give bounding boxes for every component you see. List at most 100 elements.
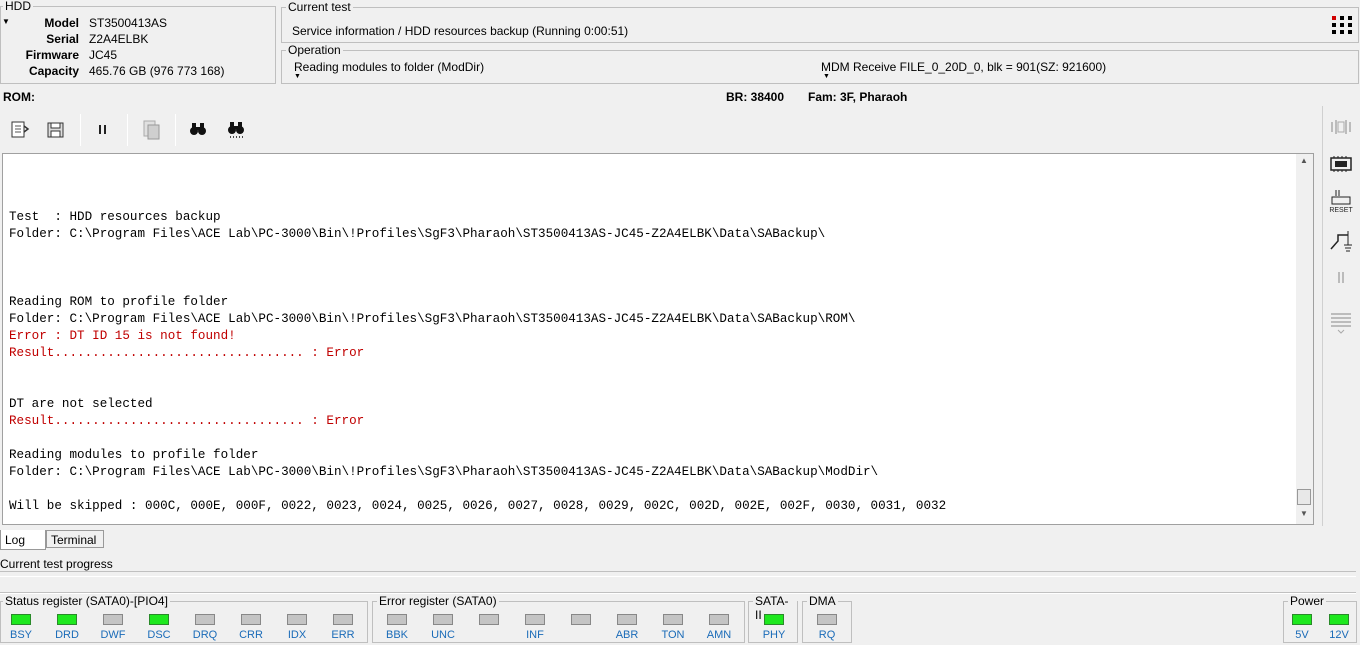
scroll-down-icon[interactable]: ▼ — [1300, 509, 1308, 518]
led-label: DWF — [100, 629, 126, 641]
hdd-title: HDD — [3, 0, 33, 13]
tab-log-label: Log — [5, 533, 26, 547]
find-next-button[interactable] — [222, 115, 250, 143]
hdd-model-label: Model — [44, 16, 79, 30]
status-register-title: Status register (SATA0)-[PIO4] — [3, 594, 170, 608]
svg-text:RESET: RESET — [1329, 207, 1353, 214]
led-indicator — [433, 614, 453, 625]
led-label: BSY — [9, 629, 32, 641]
led-indicator — [1292, 614, 1312, 625]
led-indicator — [387, 614, 407, 625]
list-button[interactable] — [1327, 308, 1355, 336]
save-button[interactable] — [42, 115, 70, 143]
sata-phy-led — [764, 614, 784, 625]
binoculars-next-icon — [228, 122, 244, 138]
hdd-capacity-value: 465.76 GB (976 773 168) — [89, 64, 225, 78]
pause-side-button[interactable] — [1327, 264, 1355, 292]
led-label: DRD — [55, 629, 79, 641]
scroll-up-icon[interactable]: ▲ — [1300, 156, 1308, 165]
divider — [0, 592, 1356, 594]
list-icon — [1331, 313, 1351, 334]
chevron-down-icon[interactable]: ▼ — [823, 73, 830, 80]
log-line: Error : DT ID 15 is not found! — [9, 329, 236, 343]
hdd-capacity-label: Capacity — [28, 64, 79, 78]
operation-panel: Operation Reading modules to folder (Mod… — [281, 43, 1359, 84]
br-label: BR: 38400 — [726, 90, 785, 104]
led-indicator — [57, 614, 77, 625]
error-register-panel: Error register (SATA0) BBK UNC INF ABR TON AM… — [372, 594, 745, 643]
dma-rq-led — [817, 614, 837, 625]
controller-button[interactable] — [1327, 150, 1355, 178]
chevron-down-icon[interactable]: ▼ — [294, 73, 301, 80]
log-line: DT are not selected — [9, 397, 153, 411]
log-scrollbar[interactable]: ▲ ▼ — [1296, 154, 1313, 524]
log-output[interactable]: Test : HDD resources backup Folder: C:\Pr… — [2, 153, 1314, 525]
scroll-thumb[interactable] — [1297, 489, 1311, 505]
led-indicator — [571, 614, 591, 625]
log-line: Folder: C:\Program Files\ACE Lab\PC-3000… — [9, 227, 826, 241]
dma-panel: DMA RQ — [802, 594, 852, 643]
head-switch-icon — [1331, 120, 1351, 134]
log-line: Test : HDD resources backup — [9, 210, 221, 224]
progress-bar — [0, 571, 1356, 577]
status-register-panel: Status register (SATA0)-[PIO4] BSY DRD DWF… — [0, 594, 368, 643]
toolbar-separator — [80, 114, 81, 146]
fam-label: Fam: 3F, Pharaoh — [808, 90, 908, 104]
hdd-panel: HDD ▼ Model ST3500413AS Serial Z2A4ELBK … — [0, 0, 276, 84]
save-icon — [47, 122, 64, 138]
pause-icon — [99, 125, 106, 134]
led-indicator — [287, 614, 307, 625]
led-label: DSC — [147, 629, 171, 641]
power-switch-button[interactable] — [1327, 226, 1355, 254]
led-indicator — [1329, 614, 1349, 625]
led-indicator — [241, 614, 261, 625]
led-indicator — [103, 614, 123, 625]
led-label: UNC — [431, 629, 455, 641]
operation-left-value: Reading modules to folder (ModDir) — [294, 60, 485, 74]
current-test-panel: Current test Service information / HDD r… — [281, 0, 1359, 43]
led-label: 5V — [1295, 629, 1309, 641]
tab-log[interactable]: Log — [0, 530, 46, 550]
toolbar-separator — [175, 114, 176, 146]
led-label: ABR — [615, 629, 639, 641]
led-label: AMN — [706, 629, 732, 641]
pause-icon — [1338, 272, 1344, 283]
led-indicator — [149, 614, 169, 625]
copy-icon — [143, 120, 160, 140]
log-line: Folder: C:\Program Files\ACE Lab\PC-3000… — [9, 312, 856, 326]
log-line: Will be skipped : 000C, 000E, 000F, 0022… — [9, 499, 947, 513]
operation-right-value: MDM Receive FILE_0_20D_0, blk = 901(SZ: … — [821, 60, 1107, 74]
tab-terminal-label: Terminal — [51, 533, 97, 547]
reset-button[interactable]: RESET — [1327, 187, 1355, 215]
led-label: DRQ — [192, 629, 218, 641]
pause-button[interactable] — [89, 115, 117, 143]
copy-button[interactable] — [137, 115, 165, 143]
find-button[interactable] — [184, 115, 212, 143]
head-switch-button[interactable] — [1327, 113, 1355, 141]
log-lines: Test : HDD resources backup Folder: C:\Pr… — [9, 192, 946, 515]
menu-grid-icon[interactable] — [1330, 14, 1354, 36]
led-indicator — [663, 614, 683, 625]
led-label: 12V — [1329, 629, 1349, 641]
reset-icon: RESET — [1329, 190, 1353, 214]
power-panel: Power 5V 12V — [1283, 594, 1357, 643]
open-profile-button[interactable] — [6, 115, 34, 143]
led-label: ERR — [331, 629, 355, 641]
led-label: TON — [661, 629, 685, 641]
hdd-serial-label: Serial — [46, 32, 79, 46]
log-line: Folder: C:\Program Files\ACE Lab\PC-3000… — [9, 465, 879, 479]
led-indicator — [11, 614, 31, 625]
tab-terminal[interactable]: Terminal — [46, 530, 104, 548]
operation-title: Operation — [286, 43, 343, 57]
hdd-firmware-value: JC45 — [89, 48, 118, 62]
led-indicator — [479, 614, 499, 625]
current-test-value: Service information / HDD resources back… — [292, 24, 629, 38]
open-profile-icon — [11, 121, 30, 138]
sata-panel: SATA-II PHY — [748, 594, 798, 643]
